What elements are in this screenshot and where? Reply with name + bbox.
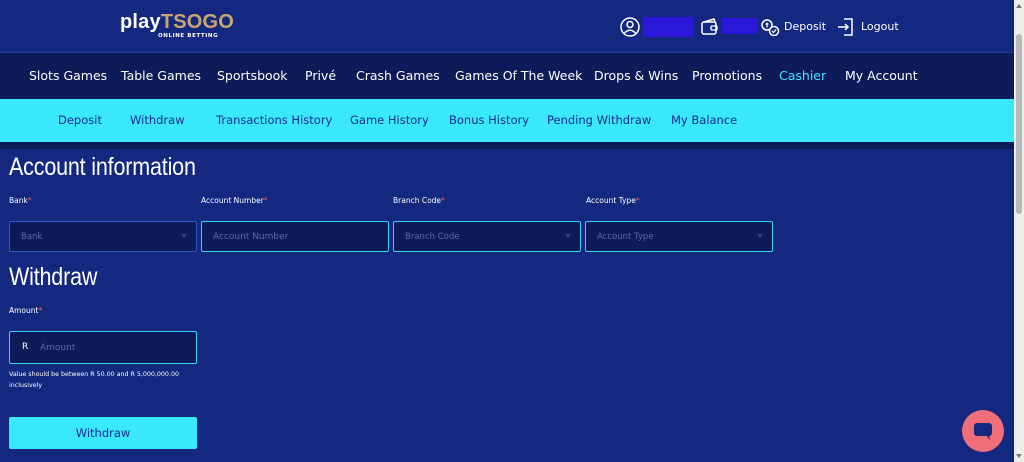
wallet-icon[interactable] [699, 16, 721, 38]
balance-redacted [722, 18, 758, 34]
subnav-divider [0, 142, 1014, 149]
nav-crash-games[interactable]: Crash Games [356, 68, 440, 83]
nav-cashier[interactable]: Cashier [779, 68, 826, 83]
top-bar: playTSOGO ONLINE BETTING Deposit Logout [0, 0, 1014, 52]
logo-wordmark: playTSOGO [120, 11, 235, 33]
account-number-field[interactable] [201, 221, 389, 252]
logo-subtitle: ONLINE BETTING [158, 33, 219, 39]
chat-icon [974, 423, 992, 440]
brand-logo[interactable]: playTSOGO ONLINE BETTING [120, 11, 235, 39]
account-type-label: Account Type* [586, 196, 640, 205]
subnav-pending-withdraw[interactable]: Pending Withdraw [547, 113, 651, 127]
subnav-deposit[interactable]: Deposit [58, 113, 102, 127]
chat-button[interactable] [962, 410, 1004, 452]
nav-slots-games[interactable]: Slots Games [29, 68, 107, 83]
logout-link[interactable]: Logout [861, 20, 899, 33]
nav-games-of-the-week[interactable]: Games Of The Week [455, 68, 582, 83]
withdraw-button[interactable]: Withdraw [9, 417, 197, 449]
chevron-down-icon [565, 234, 571, 238]
page-scrollbar[interactable] [1014, 0, 1024, 462]
account-number-input[interactable] [202, 222, 388, 251]
nav-prive[interactable]: Privé [305, 68, 336, 83]
account-number-label: Account Number* [201, 196, 268, 205]
scrollbar-thumb[interactable] [1016, 34, 1022, 214]
branch-code-select[interactable]: Branch Code [393, 221, 581, 252]
nav-table-games[interactable]: Table Games [121, 68, 201, 83]
bank-label: Bank* [9, 196, 32, 205]
subnav-transactions-history[interactable]: Transactions History [216, 113, 332, 127]
branch-code-label: Branch Code* [393, 196, 445, 205]
branch-code-placeholder: Branch Code [405, 232, 460, 242]
username-redacted [643, 17, 693, 37]
nav-drops-and-wins[interactable]: Drops & Wins [594, 68, 678, 83]
main-nav: Slots Games Table Games Sportsbook Privé… [0, 52, 1014, 100]
subnav-my-balance[interactable]: My Balance [671, 113, 737, 127]
nav-my-account[interactable]: My Account [845, 68, 918, 83]
amount-field[interactable]: R [9, 331, 197, 364]
account-information-title: Account information [9, 153, 196, 181]
bank-placeholder: Bank [21, 232, 43, 242]
subnav-game-history[interactable]: Game History [350, 113, 429, 127]
scroll-down-arrow-icon[interactable] [1016, 454, 1022, 458]
subnav-bonus-history[interactable]: Bonus History [449, 113, 529, 127]
nav-promotions[interactable]: Promotions [692, 68, 762, 83]
logout-icon[interactable] [835, 16, 857, 38]
cashier-subnav: Deposit Withdraw Transactions History Ga… [0, 99, 1014, 142]
account-type-select[interactable]: Account Type [585, 221, 773, 252]
amount-input[interactable] [10, 332, 196, 363]
chevron-down-icon [757, 234, 763, 238]
chevron-down-icon [181, 234, 187, 238]
deposit-link[interactable]: Deposit [784, 20, 826, 33]
account-type-placeholder: Account Type [597, 232, 654, 242]
bank-select[interactable]: Bank [9, 221, 197, 252]
user-icon[interactable] [619, 16, 641, 38]
amount-label: Amount* [9, 306, 43, 315]
nav-sportsbook[interactable]: Sportsbook [217, 68, 288, 83]
withdraw-title: Withdraw [9, 263, 98, 291]
scroll-up-arrow-icon[interactable] [1016, 4, 1022, 8]
amount-hint: Value should be between R 50.00 and R 5,… [9, 371, 179, 389]
deposit-icon[interactable] [759, 16, 781, 38]
subnav-withdraw[interactable]: Withdraw [130, 113, 185, 127]
